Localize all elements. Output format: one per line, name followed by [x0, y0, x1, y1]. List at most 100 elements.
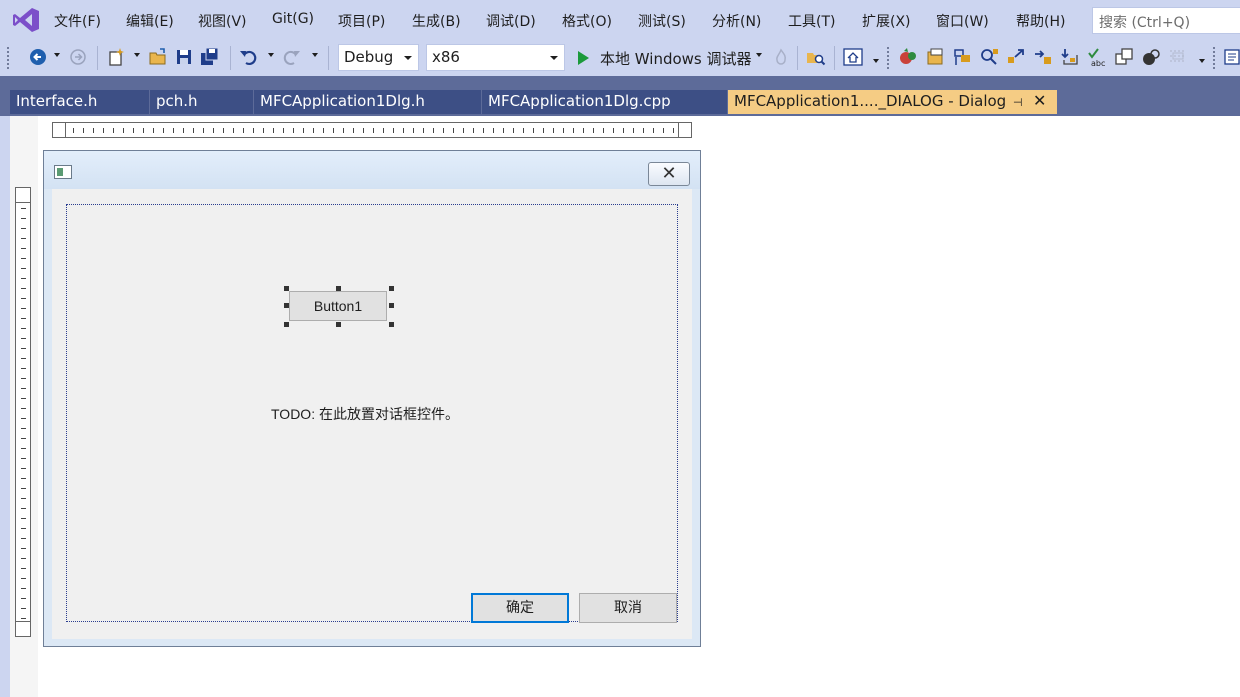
align-lefts-icon[interactable] [952, 47, 972, 67]
menu-project[interactable]: 项目(P) [338, 11, 385, 31]
play-icon [578, 51, 589, 65]
output-window-icon[interactable] [1222, 47, 1240, 67]
center-vertical-icon[interactable] [1006, 47, 1026, 67]
chevron-down-icon [550, 56, 558, 60]
menu-view[interactable]: 视图(V) [198, 11, 247, 31]
toolbar-separator [797, 46, 798, 70]
chevron-down-icon [404, 56, 412, 60]
menu-analyze[interactable]: 分析(N) [712, 11, 761, 31]
tab-pch-h[interactable]: pch.h [150, 90, 254, 114]
resize-handle-nw[interactable] [284, 286, 289, 291]
ruler-end-marker [15, 621, 31, 637]
resize-handle-e[interactable] [389, 303, 394, 308]
resize-handle-se[interactable] [389, 322, 394, 327]
toolbar-options-dropdown-icon[interactable] [873, 59, 879, 63]
start-debugging-button[interactable]: 本地 Windows 调试器 [576, 47, 752, 69]
redo-icon[interactable] [282, 47, 302, 67]
horizontal-ruler[interactable] [52, 122, 692, 138]
application-icon [54, 165, 72, 179]
tab-mfcapplication1dlg-cpp[interactable]: MFCApplication1Dlg.cpp [482, 90, 728, 114]
close-icon[interactable]: ✕ [1033, 91, 1046, 110]
align-tops-icon[interactable] [979, 47, 999, 67]
navigate-forward-icon[interactable] [68, 47, 88, 67]
ok-button[interactable]: 确定 [471, 593, 569, 623]
ruler-start-marker [15, 187, 31, 203]
tab-dialog-resource[interactable]: MFCApplication1...._DIALOG - Dialog ⊣ ✕ [728, 90, 1058, 114]
close-icon: ✕ [661, 163, 677, 184]
toolbar-options-dropdown-icon[interactable] [1199, 59, 1205, 63]
search-input[interactable]: 搜索 (Ctrl+Q) [1092, 7, 1240, 34]
ruler-end-marker [678, 122, 692, 138]
tab-order-icon[interactable] [1114, 47, 1134, 67]
save-all-icon[interactable] [200, 47, 220, 67]
menu-git[interactable]: Git(G) [272, 11, 314, 27]
resize-handle-w[interactable] [284, 303, 289, 308]
solution-configuration-select[interactable]: Debug [338, 44, 419, 71]
new-project-icon[interactable] [106, 47, 126, 67]
dialog-title-bar[interactable]: ✕ [44, 151, 700, 189]
start-debugging-dropdown-icon[interactable] [756, 53, 762, 57]
menu-window[interactable]: 窗口(W) [936, 11, 989, 31]
resize-handle-ne[interactable] [389, 286, 394, 291]
visual-studio-logo-icon[interactable] [12, 7, 40, 33]
dialog-close-button[interactable]: ✕ [648, 162, 690, 186]
toolbar-grip[interactable] [6, 46, 10, 70]
toggle-grid-icon[interactable] [1141, 47, 1161, 67]
navigate-back-dropdown-icon[interactable] [54, 53, 60, 57]
pin-icon[interactable]: ⊣ [1013, 96, 1023, 109]
new-project-dropdown-icon[interactable] [134, 53, 140, 57]
find-in-files-icon[interactable] [806, 47, 826, 67]
ruler-start-marker [52, 122, 66, 138]
menu-help[interactable]: 帮助(H) [1016, 11, 1065, 31]
tab-label: Interface.h [16, 92, 98, 110]
document-tab-strip: Interface.h pch.h MFCApplication1Dlg.h M… [10, 90, 1058, 114]
standard-toolbar: Debug x86 本地 Windows 调试器 abc [0, 40, 1240, 76]
solution-platform-select[interactable]: x86 [426, 44, 565, 71]
todo-static-text[interactable]: TODO: 在此放置对话框控件。 [271, 404, 459, 424]
menu-edit[interactable]: 编辑(E) [126, 11, 174, 31]
tab-label: MFCApplication1Dlg.cpp [488, 92, 671, 110]
menu-file[interactable]: 文件(F) [54, 11, 101, 31]
menu-test[interactable]: 测试(S) [638, 11, 686, 31]
menu-tools[interactable]: 工具(T) [788, 11, 835, 31]
toolbar-separator [328, 46, 329, 70]
tab-interface-h[interactable]: Interface.h [10, 90, 150, 114]
center-horizontal-icon[interactable] [1033, 47, 1053, 67]
menu-extensions[interactable]: 扩展(X) [862, 11, 911, 31]
home-icon[interactable] [843, 47, 863, 67]
toggle-guides-icon[interactable] [1168, 47, 1188, 67]
toolbar-separator [97, 46, 98, 70]
start-debugging-label: 本地 Windows 调试器 [600, 49, 752, 68]
save-icon[interactable] [174, 47, 194, 67]
solution-configuration-value: Debug [344, 48, 394, 66]
tab-label: MFCApplication1...._DIALOG - Dialog [734, 92, 1007, 110]
undo-dropdown-icon[interactable] [268, 53, 274, 57]
test-dialog-icon[interactable] [898, 47, 918, 67]
button1-control[interactable]: Button1 [289, 291, 387, 321]
menu-debug[interactable]: 调试(D) [486, 11, 536, 31]
toolbar-grip[interactable] [886, 46, 890, 70]
dialog-client-area[interactable]: Button1 TODO: 在此放置对话框控件。 确定 取消 [52, 189, 692, 639]
tab-label: pch.h [156, 92, 198, 110]
menu-format[interactable]: 格式(O) [562, 11, 612, 31]
vertical-ruler[interactable] [15, 187, 31, 637]
menu-build[interactable]: 生成(B) [412, 11, 461, 31]
check-mnemonics-icon[interactable]: abc [1087, 47, 1107, 67]
redo-dropdown-icon[interactable] [312, 53, 318, 57]
navigate-back-icon[interactable] [28, 47, 48, 67]
open-file-icon[interactable] [148, 47, 168, 67]
svg-text:abc: abc [1091, 59, 1105, 67]
guides-icon[interactable] [925, 47, 945, 67]
tab-label: MFCApplication1Dlg.h [260, 92, 425, 110]
menu-bar: 文件(F) 编辑(E) 视图(V) Git(G) 项目(P) 生成(B) 调试(… [0, 0, 1240, 40]
tab-mfcapplication1dlg-h[interactable]: MFCApplication1Dlg.h [254, 90, 482, 114]
resize-handle-n[interactable] [336, 286, 341, 291]
hot-reload-icon[interactable] [771, 47, 791, 67]
undo-icon[interactable] [238, 47, 258, 67]
cancel-button[interactable]: 取消 [579, 593, 677, 623]
toolbar-grip[interactable] [1212, 46, 1216, 70]
resize-handle-sw[interactable] [284, 322, 289, 327]
resize-handle-s[interactable] [336, 322, 341, 327]
space-across-icon[interactable] [1060, 47, 1080, 67]
dialog-preview[interactable]: ✕ Button1 TODO: 在此放置对话框控件。 确定 取消 [43, 150, 701, 647]
